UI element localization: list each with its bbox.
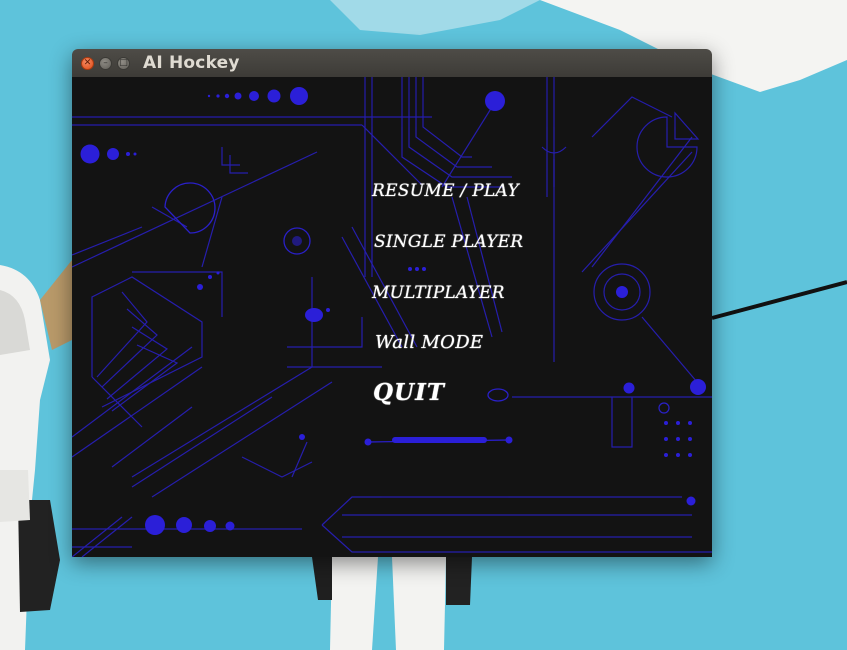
minimize-icon[interactable]: – <box>99 56 112 70</box>
close-icon[interactable]: ✕ <box>81 56 94 70</box>
single-player-button[interactable]: SINGLE PLAYER <box>374 232 523 252</box>
game-canvas: RESUME / PLAY SINGLE PLAYER MULTIPLAYER … <box>72 77 712 557</box>
game-window: ✕ – □ AI Hockey RESUME / PLAY SINGLE PLA… <box>72 49 712 557</box>
desktop: ✕ – □ AI Hockey RESUME / PLAY SINGLE PLA… <box>0 0 847 650</box>
window-title: AI Hockey <box>143 53 240 73</box>
quit-button[interactable]: QUIT <box>373 379 445 406</box>
wall-mode-button[interactable]: Wall MODE <box>375 332 483 353</box>
multiplayer-button[interactable]: MULTIPLAYER <box>372 283 505 303</box>
resume-play-button[interactable]: RESUME / PLAY <box>372 181 519 201</box>
maximize-icon[interactable]: □ <box>117 56 130 70</box>
window-titlebar[interactable]: ✕ – □ AI Hockey <box>72 49 712 77</box>
circuit-background <box>72 77 712 557</box>
